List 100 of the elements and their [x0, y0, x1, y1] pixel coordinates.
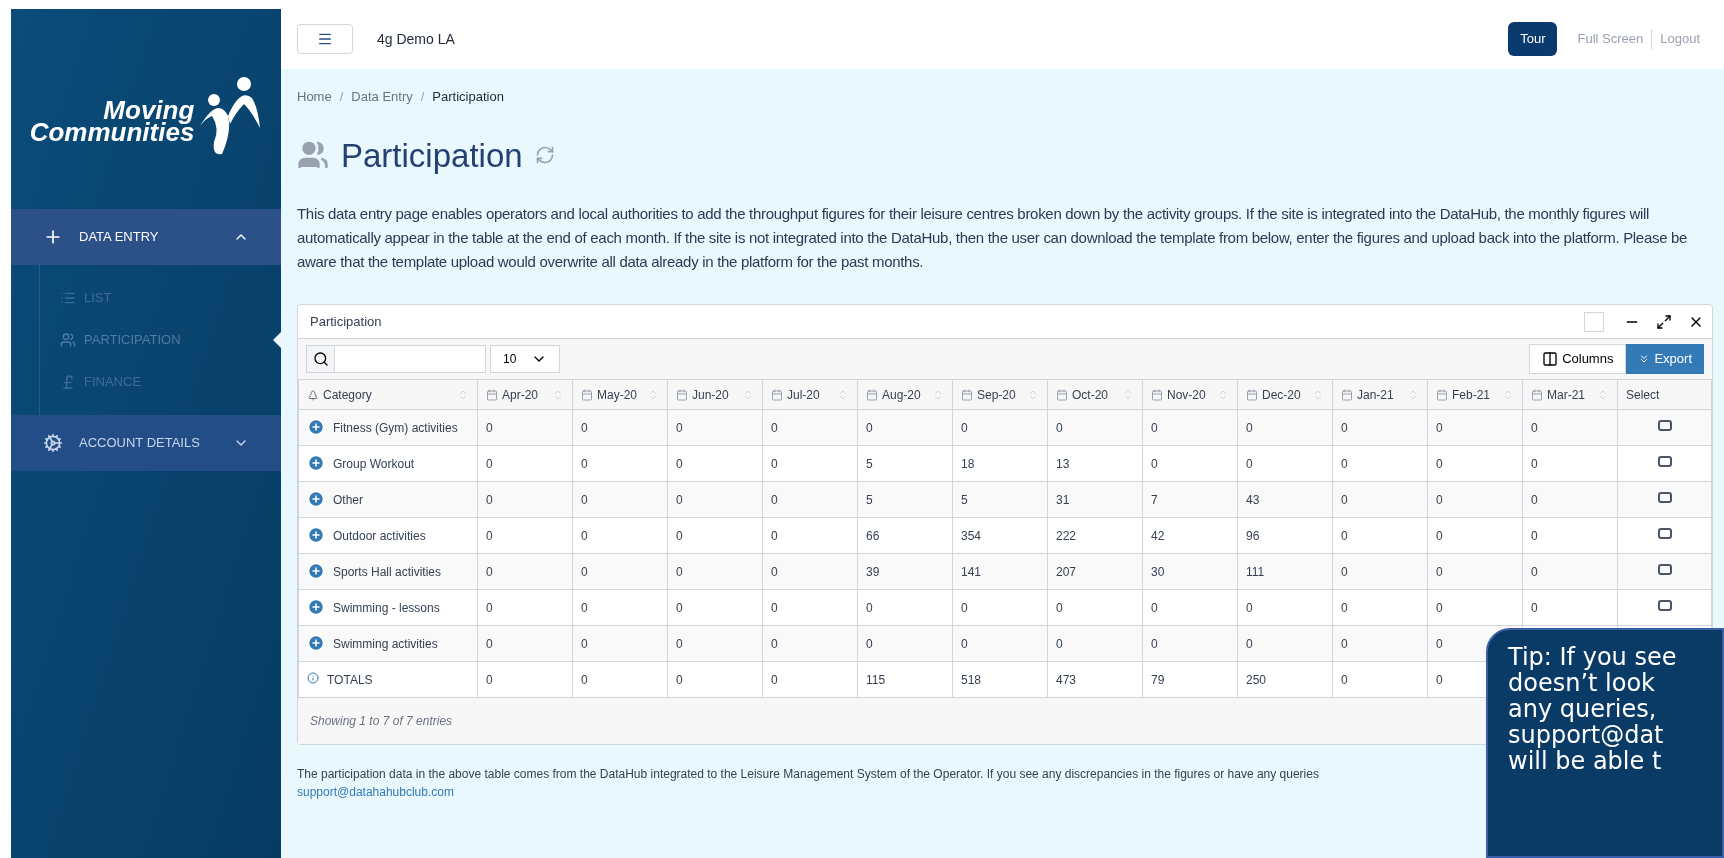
sidebar-group-item[interactable]: DATA ENTRY	[11, 209, 281, 265]
table-cell: 18	[952, 445, 1048, 482]
expand-row-icon[interactable]	[307, 634, 325, 652]
column-header[interactable]: Jun-20	[667, 379, 763, 410]
row-checkbox[interactable]	[1657, 492, 1672, 503]
users-icon	[60, 332, 76, 348]
expand-row-icon[interactable]	[307, 454, 325, 472]
tour-button[interactable]: Tour	[1508, 22, 1558, 56]
table-cell: 0	[857, 625, 953, 662]
sort-icon	[932, 388, 944, 401]
column-header[interactable]: May-20	[572, 379, 668, 410]
table-cell: 0	[1522, 481, 1618, 518]
table-cell: TOTALS	[298, 661, 478, 698]
support-email-link[interactable]: support@datahahubclub.com	[297, 785, 454, 799]
table-cell: 0	[762, 445, 858, 482]
table-cell: 5	[857, 445, 953, 482]
table-cell: 13	[1047, 445, 1143, 482]
table-cell: 0	[572, 553, 668, 590]
table-cell: 0	[1427, 553, 1523, 590]
table-cell: 518	[952, 661, 1048, 698]
column-header[interactable]: Jan-21	[1332, 379, 1428, 410]
table-cell: 0	[762, 409, 858, 446]
table-cell: 0	[1427, 445, 1523, 482]
sort-icon	[552, 388, 564, 401]
expand-row-icon[interactable]	[307, 418, 325, 436]
table-cell: 0	[477, 409, 573, 446]
column-header[interactable]: Select	[1617, 379, 1712, 410]
calendar-icon	[486, 388, 498, 401]
table-cell: 0	[1522, 553, 1618, 590]
column-header[interactable]: Aug-20	[857, 379, 953, 410]
table-cell: 0	[667, 445, 763, 482]
expand-row-icon[interactable]	[307, 490, 325, 508]
logo-text: Moving Communities	[29, 99, 195, 143]
table-cell: 7	[1142, 481, 1238, 518]
sort-icon	[1217, 388, 1229, 401]
table-cell: 0	[762, 661, 858, 698]
table-cell: 0	[1142, 625, 1238, 662]
panel-checkbox[interactable]	[1584, 311, 1604, 332]
table-cell: 31	[1047, 481, 1143, 518]
table-cell: 0	[1427, 409, 1523, 446]
breadcrumb-link[interactable]: Data Entry	[351, 87, 413, 107]
table-cell: 0	[1047, 589, 1143, 626]
search-field[interactable]	[306, 345, 486, 373]
tree-icon	[307, 388, 319, 401]
table-cell: 0	[1142, 445, 1238, 482]
table-cell: 0	[762, 625, 858, 662]
column-header[interactable]: Jul-20	[762, 379, 858, 410]
breadcrumb-link[interactable]: Home	[297, 87, 332, 107]
row-checkbox[interactable]	[1657, 600, 1672, 611]
column-header[interactable]: Mar-21	[1522, 379, 1618, 410]
calendar-icon	[1246, 388, 1258, 401]
tip-text: any queries,	[1508, 696, 1658, 722]
table-cell: 0	[572, 409, 668, 446]
row-checkbox[interactable]	[1657, 456, 1672, 467]
calendar-icon	[1151, 388, 1163, 401]
column-header[interactable]: Feb-21	[1427, 379, 1523, 410]
table-cell: 0	[667, 625, 763, 662]
table-cell: 250	[1237, 661, 1333, 698]
column-header[interactable]: Oct-20	[1047, 379, 1143, 410]
table-cell: 0	[1522, 517, 1618, 554]
page-size-select[interactable]: 10	[490, 345, 560, 373]
breadcrumb-link[interactable]: Participation	[432, 87, 504, 107]
expand-row-icon[interactable]	[307, 526, 325, 544]
table-cell: 207	[1047, 553, 1143, 590]
table-cell: 0	[1237, 409, 1333, 446]
calendar-icon	[771, 388, 783, 401]
column-header[interactable]: Dec-20	[1237, 379, 1333, 410]
info-icon	[307, 672, 319, 684]
table-cell: 0	[667, 409, 763, 446]
breadcrumb-separator: /	[420, 88, 425, 106]
table-cell: 0	[1332, 553, 1428, 590]
menu-button[interactable]	[297, 24, 353, 54]
column-header[interactable]: Sep-20	[952, 379, 1048, 410]
sort-icon	[1597, 388, 1609, 401]
sort-icon	[1122, 388, 1134, 401]
sidebar-group-item[interactable]: ACCOUNT DETAILS	[11, 415, 281, 471]
columns-button[interactable]: Columns	[1529, 344, 1627, 374]
expand-icon[interactable]	[1656, 313, 1672, 330]
table-cell: 0	[1332, 589, 1428, 626]
tip-text: will be able t	[1508, 748, 1662, 774]
table-cell: 0	[1332, 517, 1428, 554]
column-header[interactable]: Nov-20	[1142, 379, 1238, 410]
column-header[interactable]: Apr-20	[477, 379, 573, 410]
table-cell: 0	[1332, 625, 1428, 662]
expand-row-icon[interactable]	[307, 562, 325, 580]
column-header[interactable]: Category	[298, 379, 478, 410]
calendar-icon	[676, 388, 688, 401]
row-checkbox[interactable]	[1657, 564, 1672, 575]
table-cell: 141	[952, 553, 1048, 590]
table-cell: 0	[477, 625, 573, 662]
table-cell: 0	[857, 589, 953, 626]
row-checkbox[interactable]	[1657, 528, 1672, 539]
row-checkbox[interactable]	[1657, 420, 1672, 431]
table-cell: 0	[1332, 445, 1428, 482]
tip-text: support@dat	[1508, 722, 1665, 748]
table-cell: 0	[572, 481, 668, 518]
table-cell: 0	[1427, 589, 1523, 626]
export-button[interactable]: Export	[1626, 344, 1704, 374]
expand-row-icon[interactable]	[307, 598, 325, 616]
table-cell: 0	[1522, 589, 1618, 626]
